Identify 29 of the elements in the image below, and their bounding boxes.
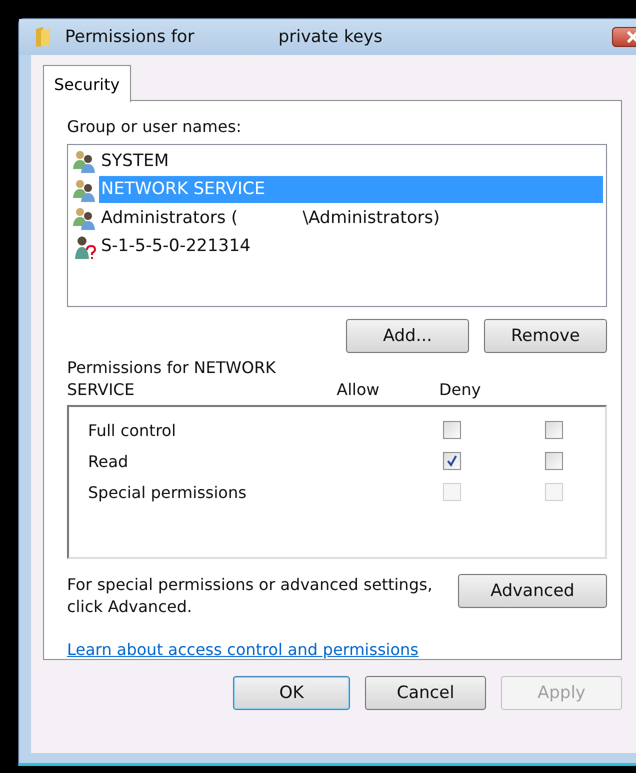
checkbox[interactable] bbox=[443, 452, 462, 470]
permission-name: Read bbox=[87, 452, 130, 471]
folder-icon bbox=[35, 26, 51, 48]
checkbox[interactable] bbox=[545, 421, 564, 440]
group-label: Group or user names: bbox=[67, 117, 242, 136]
users-icon bbox=[71, 206, 97, 230]
advanced-button[interactable]: Advanced bbox=[458, 574, 607, 608]
checkbox[interactable] bbox=[443, 421, 462, 440]
users-icon bbox=[71, 178, 97, 202]
checkbox[interactable] bbox=[545, 452, 564, 470]
remove-button[interactable]: Remove bbox=[484, 318, 607, 353]
user-list-item[interactable]: Administrators ( \Administrators) bbox=[99, 204, 603, 232]
permission-name: Full control bbox=[87, 420, 177, 440]
permission-name: Special permissions bbox=[87, 482, 248, 502]
ok-button[interactable]: OK bbox=[233, 676, 350, 710]
user-list-item[interactable]: SYSTEM bbox=[99, 148, 603, 175]
column-header: Deny bbox=[438, 378, 482, 401]
column-header: Allow bbox=[336, 378, 380, 401]
security-tab[interactable]: Security bbox=[43, 65, 131, 102]
user-list-item[interactable]: S-1-5-5-0-221314 bbox=[99, 233, 603, 260]
help-link[interactable]: Learn about access control and permissions bbox=[67, 640, 418, 659]
permissions-label: Permissions for NETWORK SERVICE bbox=[67, 356, 277, 401]
advanced-hint: For special permissions or advanced settings, click Advanced. bbox=[67, 574, 434, 618]
users-icon bbox=[71, 149, 97, 174]
close-icon bbox=[626, 31, 636, 43]
cancel-button[interactable]: Cancel bbox=[365, 676, 486, 710]
add-button[interactable]: Add... bbox=[346, 318, 469, 353]
window-title: Permissions for bbox=[65, 27, 194, 47]
window-title: private keys bbox=[278, 27, 382, 47]
